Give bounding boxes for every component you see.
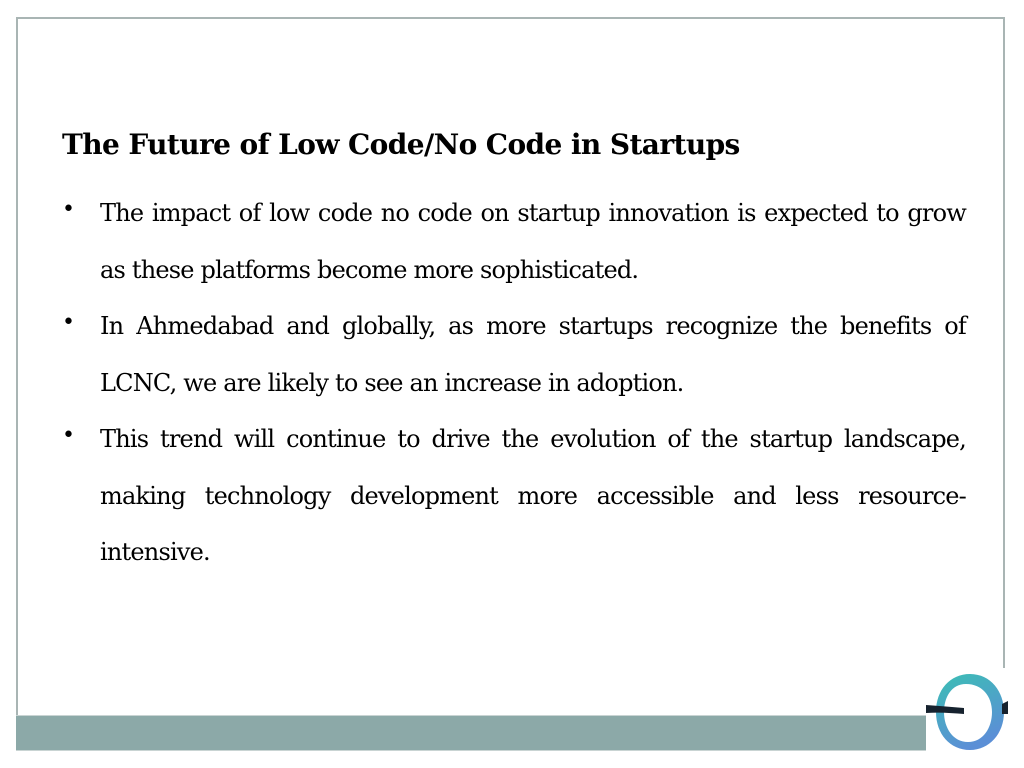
bullet-text: In Ahmedabad and globally, as more start… bbox=[100, 312, 967, 397]
slide-title: The Future of Low Code/No Code in Startu… bbox=[62, 128, 740, 161]
bullet-item: • This trend will continue to drive the … bbox=[62, 411, 967, 581]
bullet-text: This trend will continue to drive the ev… bbox=[100, 425, 967, 566]
logo bbox=[926, 668, 1008, 752]
bullet-icon: • bbox=[62, 423, 75, 448]
footer-bar bbox=[16, 715, 926, 751]
bullet-icon: • bbox=[62, 310, 75, 335]
bullet-item: • In Ahmedabad and globally, as more sta… bbox=[62, 298, 967, 411]
bullet-icon: • bbox=[62, 197, 75, 222]
bullet-item: • The impact of low code no code on star… bbox=[62, 185, 967, 298]
bullet-text: The impact of low code no code on startu… bbox=[100, 199, 967, 284]
bullet-list: • The impact of low code no code on star… bbox=[62, 185, 967, 581]
ring-with-bar-logo-icon bbox=[926, 674, 1008, 750]
